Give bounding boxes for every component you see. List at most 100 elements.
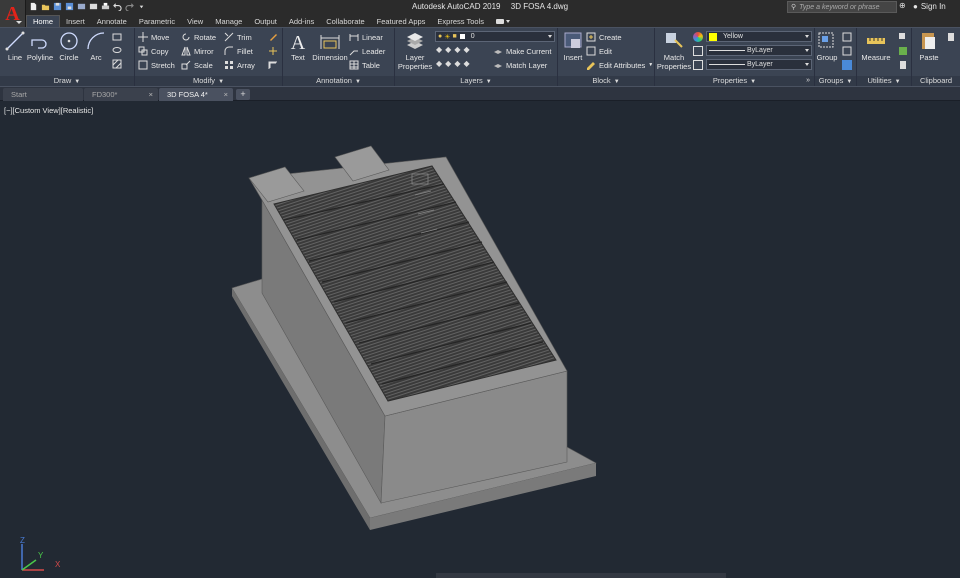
3d-model[interactable] xyxy=(0,101,960,578)
arc-button[interactable]: Arc xyxy=(84,30,108,62)
edit-attributes-button[interactable]: Edit Attributes ▼ xyxy=(586,59,653,71)
plot-icon[interactable] xyxy=(101,1,110,11)
close-icon[interactable]: × xyxy=(224,88,228,101)
copy-clip-icon[interactable] xyxy=(946,32,956,42)
calculator-icon[interactable] xyxy=(898,60,908,70)
linear-button[interactable]: Linear xyxy=(349,31,383,43)
layer-thaw-icon[interactable]: ◆ xyxy=(454,59,460,68)
doc-tab-fd300[interactable]: FD300* × xyxy=(84,88,158,101)
linetype-dropdown[interactable]: ByLayer xyxy=(706,45,812,56)
erase-icon[interactable] xyxy=(268,32,278,42)
array-button[interactable]: Array xyxy=(224,59,255,71)
annotation-panel-label[interactable]: Annotation ▼ xyxy=(283,76,394,86)
layer-unlock-icon[interactable]: ◆ xyxy=(463,59,469,68)
groups-panel-label[interactable]: Groups ▼ xyxy=(815,76,856,86)
rectangle-icon[interactable] xyxy=(112,32,122,42)
tab-home[interactable]: Home xyxy=(26,15,61,27)
tab-output[interactable]: Output xyxy=(248,15,283,27)
open-file-icon[interactable] xyxy=(41,1,50,11)
new-tab-button[interactable]: + xyxy=(236,89,250,100)
properties-panel-label[interactable]: Properties ▼ » xyxy=(655,76,814,86)
customize-qat-icon[interactable] xyxy=(137,1,146,11)
select-all-icon[interactable] xyxy=(898,46,908,56)
drawing-viewport[interactable]: [−][Custom View][Realistic] Z Y X xyxy=(0,101,960,578)
block-panel-label[interactable]: Block ▼ xyxy=(558,76,654,86)
layer-unisolate-icon[interactable]: ◆ xyxy=(445,59,451,68)
quick-select-icon[interactable] xyxy=(898,32,908,42)
layer-isolate-icon[interactable]: ◆ xyxy=(445,45,451,54)
layer-on-icon[interactable]: ◆ xyxy=(436,59,442,68)
redo-icon[interactable] xyxy=(125,1,134,11)
tab-manage[interactable]: Manage xyxy=(209,15,248,27)
insert-button[interactable]: Insert xyxy=(561,30,585,62)
layer-off-icon[interactable]: ◆ xyxy=(436,45,442,54)
group-edit-icon[interactable] xyxy=(842,46,852,56)
rotate-button[interactable]: Rotate xyxy=(181,31,216,43)
match-properties-button[interactable]: Match Properties xyxy=(657,30,691,71)
new-file-icon[interactable] xyxy=(29,1,38,11)
binoculars-icon[interactable]: ⊕ xyxy=(899,1,906,10)
stretch-button[interactable]: Stretch xyxy=(138,59,175,71)
mirror-button[interactable]: Mirror xyxy=(181,45,214,57)
linetype-icon[interactable] xyxy=(693,46,703,56)
group-button[interactable]: Group xyxy=(816,30,838,62)
match-layer-button[interactable]: Match Layer xyxy=(493,59,547,71)
close-icon[interactable]: × xyxy=(149,88,153,101)
paste-button[interactable]: Paste xyxy=(916,30,942,62)
tab-parametric[interactable]: Parametric xyxy=(133,15,181,27)
edit-block-button[interactable]: Edit xyxy=(586,45,612,57)
ungroup-icon[interactable] xyxy=(842,32,852,42)
move-button[interactable]: Move xyxy=(138,31,169,43)
layer-dropdown[interactable]: ● ☀ ■ 0 xyxy=(435,31,555,42)
tab-featured-apps[interactable]: Featured Apps xyxy=(371,15,432,27)
trim-button[interactable]: Trim xyxy=(224,31,252,43)
layers-panel-label[interactable]: Layers ▼ xyxy=(395,76,557,86)
tab-add-ins[interactable]: Add-ins xyxy=(283,15,320,27)
tab-annotate[interactable]: Annotate xyxy=(91,15,133,27)
make-current-button[interactable]: Make Current xyxy=(493,45,551,57)
modify-panel-label[interactable]: Modify ▼ xyxy=(135,76,282,86)
group-selection-icon[interactable] xyxy=(842,60,852,70)
leader-button[interactable]: Leader xyxy=(349,45,385,57)
tab-express-tools[interactable]: Express Tools xyxy=(431,15,490,27)
doc-tab-3d-fosa-4[interactable]: 3D FOSA 4* × xyxy=(159,88,233,101)
open-from-web-icon[interactable] xyxy=(77,1,86,11)
application-menu-button[interactable]: A xyxy=(0,0,26,28)
save-to-web-icon[interactable] xyxy=(89,1,98,11)
save-as-icon[interactable] xyxy=(65,1,74,11)
dimension-button[interactable]: Dimension xyxy=(312,30,348,62)
text-button[interactable]: A Text xyxy=(286,30,310,62)
line-button[interactable]: Line xyxy=(3,30,27,62)
tab-insert[interactable]: Insert xyxy=(60,15,91,27)
lineweight-dropdown[interactable]: ByLayer xyxy=(706,59,812,70)
tab-collaborate[interactable]: Collaborate xyxy=(320,15,370,27)
fillet-button[interactable]: Fillet xyxy=(224,45,253,57)
save-icon[interactable] xyxy=(53,1,62,11)
sign-in-button[interactable]: ● Sign In xyxy=(913,2,946,11)
search-input[interactable]: ⚲ Type a keyword or phrase xyxy=(787,1,897,13)
ellipse-icon[interactable] xyxy=(112,45,122,55)
offset-icon[interactable] xyxy=(268,60,278,70)
draw-panel-label[interactable]: Draw ▼ xyxy=(0,76,134,86)
ribbon-display-toggle[interactable] xyxy=(490,15,516,27)
scale-button[interactable]: Scale xyxy=(181,59,213,71)
copy-button[interactable]: Copy xyxy=(138,45,169,57)
tab-view[interactable]: View xyxy=(181,15,209,27)
layer-properties-button[interactable]: Layer Properties xyxy=(398,30,432,71)
undo-icon[interactable] xyxy=(113,1,122,11)
hatch-icon[interactable] xyxy=(112,59,122,69)
create-block-button[interactable]: Create xyxy=(586,31,622,43)
measure-button[interactable]: Measure xyxy=(859,30,893,62)
table-button[interactable]: Table xyxy=(349,59,380,71)
layer-lock-icon[interactable]: ◆ xyxy=(463,45,469,54)
polyline-button[interactable]: Polyline xyxy=(26,30,54,62)
layer-freeze-icon[interactable]: ◆ xyxy=(454,45,460,54)
color-wheel-icon[interactable] xyxy=(693,32,703,42)
color-dropdown[interactable]: Yellow xyxy=(706,31,812,42)
explode-icon[interactable] xyxy=(268,46,278,56)
utilities-panel-label[interactable]: Utilities ▼ xyxy=(857,76,911,86)
circle-button[interactable]: Circle xyxy=(57,30,81,62)
lineweight-icon[interactable] xyxy=(693,60,703,70)
doc-tab-start[interactable]: Start xyxy=(3,88,83,101)
dialog-launcher-icon[interactable]: » xyxy=(806,76,810,86)
